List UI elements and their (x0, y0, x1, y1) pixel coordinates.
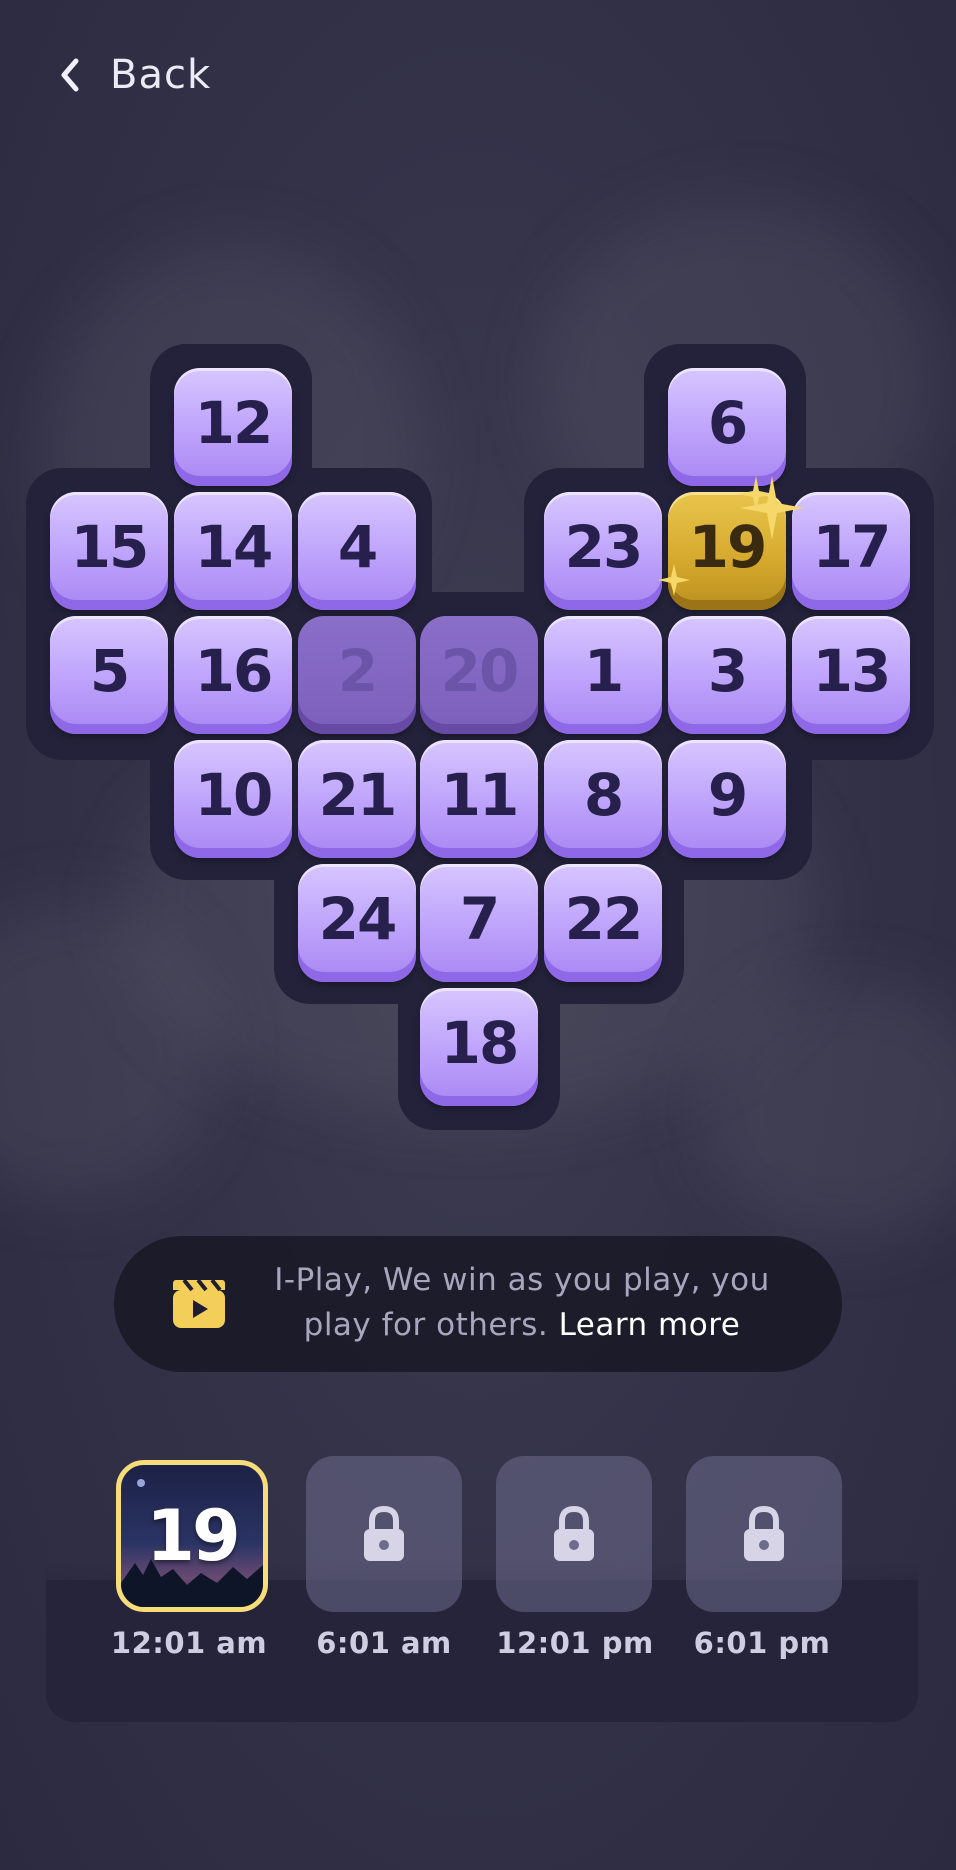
lock-icon (744, 1505, 784, 1561)
tile[interactable]: 18 (420, 988, 538, 1106)
tile[interactable]: 6 (668, 368, 786, 486)
puzzle-board: 12 6 15 14 4 23 19 17 5 16 2 20 1 3 13 1… (0, 0, 956, 1150)
slot-number: 19 (146, 1495, 240, 1577)
tile[interactable]: 1 (544, 616, 662, 734)
learn-more-link[interactable]: Learn more (559, 1307, 741, 1343)
schedule-slot-locked[interactable] (496, 1456, 652, 1612)
tile[interactable]: 13 (792, 616, 910, 734)
tile[interactable]: 5 (50, 616, 168, 734)
tile[interactable]: 14 (174, 492, 292, 610)
tile[interactable]: 7 (420, 864, 538, 982)
tile[interactable]: 17 (792, 492, 910, 610)
tile-dimmed[interactable]: 2 (298, 616, 416, 734)
slot-time: 6:01 pm (693, 1626, 831, 1660)
sparkle-icon (658, 564, 690, 596)
tile[interactable]: 24 (298, 864, 416, 982)
tile[interactable]: 8 (544, 740, 662, 858)
lock-icon (364, 1505, 404, 1561)
tile[interactable]: 9 (668, 740, 786, 858)
sparkle-icon (738, 476, 774, 512)
lock-icon (554, 1505, 594, 1561)
tile[interactable]: 16 (174, 616, 292, 734)
tile[interactable]: 4 (298, 492, 416, 610)
clapperboard-play-icon (173, 1278, 225, 1328)
tile[interactable]: 3 (668, 616, 786, 734)
schedule-slot-locked[interactable] (686, 1456, 842, 1612)
tile[interactable]: 22 (544, 864, 662, 982)
slot-time: 6:01 am (316, 1626, 452, 1660)
tile[interactable]: 15 (50, 492, 168, 610)
schedule-slot-active[interactable]: 19 (116, 1460, 268, 1612)
tile[interactable]: 23 (544, 492, 662, 610)
slot-time: 12:01 am (110, 1626, 268, 1660)
tile[interactable]: 21 (298, 740, 416, 858)
tile[interactable]: 12 (174, 368, 292, 486)
info-banner: I-Play, We win as you play, you play for… (114, 1236, 842, 1372)
slot-time: 12:01 pm (496, 1626, 654, 1660)
info-text: I-Play, We win as you play, you play for… (262, 1258, 782, 1348)
tile[interactable]: 11 (420, 740, 538, 858)
tile-dimmed[interactable]: 20 (420, 616, 538, 734)
tile[interactable]: 10 (174, 740, 292, 858)
schedule-slot-locked[interactable] (306, 1456, 462, 1612)
